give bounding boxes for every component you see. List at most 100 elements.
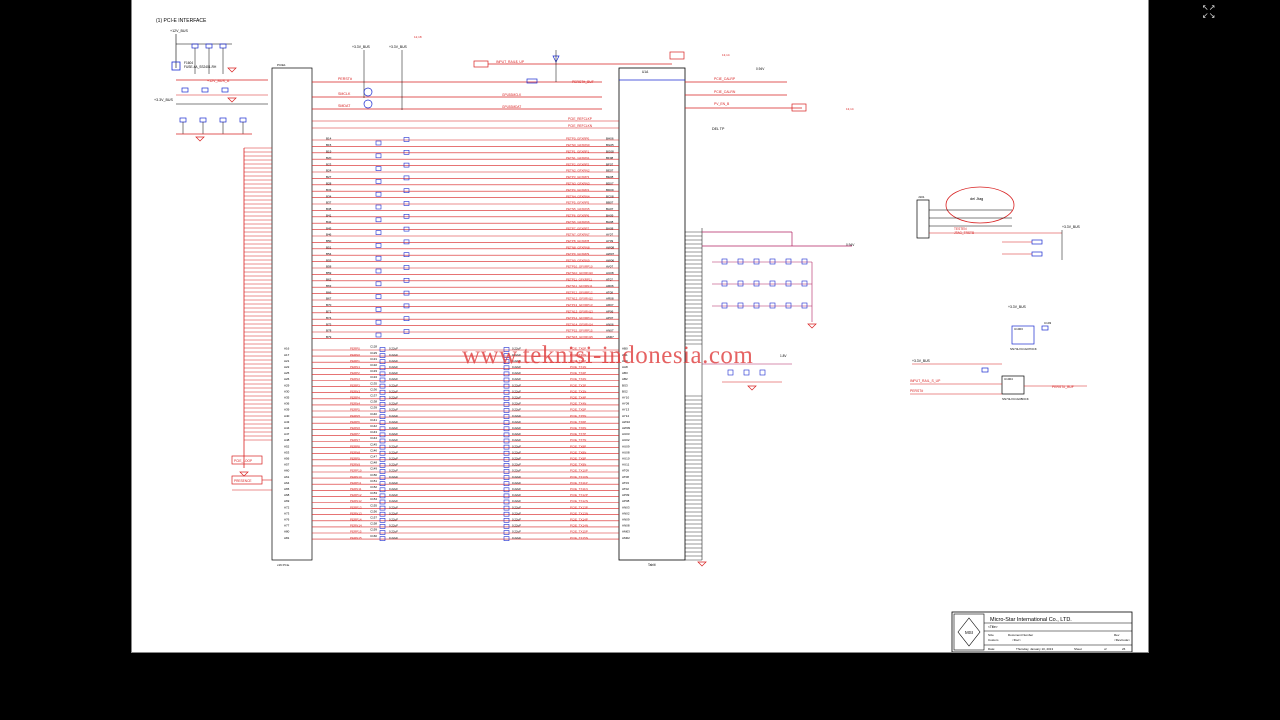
coupling-cap bbox=[379, 505, 386, 511]
cap-ref: C155 bbox=[370, 503, 377, 507]
cap-value: 0.22uF bbox=[512, 347, 521, 351]
net-pcie-tx: PCIE_TX15N bbox=[570, 536, 588, 540]
cap-value: 0.22uF bbox=[389, 396, 398, 400]
coupling-cap bbox=[379, 536, 386, 541]
cap-ref: C150 bbox=[370, 473, 377, 477]
test-point bbox=[403, 290, 410, 296]
net-pcie-rx: PETN12_GFXRN12 bbox=[566, 297, 593, 301]
net-0-94v: 0.94V bbox=[756, 67, 765, 71]
net-perst-buf: PERST#_BUF bbox=[572, 80, 594, 84]
connector-pin: A36 bbox=[284, 402, 290, 406]
coupling-cap bbox=[503, 402, 510, 407]
test-point bbox=[375, 140, 382, 146]
coupling-cap bbox=[503, 383, 510, 389]
cap-ref: C135 bbox=[370, 381, 377, 385]
gpu-ball: AV07 bbox=[606, 265, 613, 269]
coupling-cap bbox=[379, 353, 386, 358]
coupling-cap bbox=[379, 395, 386, 401]
net-input-rail-2: INPUT_RAIL_S_UP bbox=[910, 379, 941, 383]
connector-pin: A57 bbox=[284, 463, 290, 467]
cap-ref: C153 bbox=[370, 491, 377, 495]
ground-symbol bbox=[227, 67, 237, 73]
cap-value: 0.22uF bbox=[512, 377, 521, 381]
gpu-ball: AU03 bbox=[622, 432, 630, 436]
cap-value: 0.22uF bbox=[512, 518, 521, 522]
test-point bbox=[403, 188, 410, 193]
buffer-ic-desc: SN74LVC1G07DCK bbox=[1010, 347, 1037, 351]
net-pcie-rx: PETP8_GFXRP8 bbox=[566, 239, 590, 243]
connector-pin: A48 bbox=[284, 438, 290, 442]
test-point bbox=[375, 179, 382, 184]
transistor-symbol bbox=[363, 99, 373, 109]
gpu-ball: AU08 bbox=[606, 271, 614, 275]
net-pcie-rx: PETP13_GFXRP13 bbox=[566, 303, 593, 307]
connector-pin: A53 bbox=[284, 450, 290, 454]
buffer-ic-ref: U1003 bbox=[1014, 327, 1023, 331]
test-point bbox=[375, 255, 382, 261]
cap-value: 0.22uF bbox=[389, 414, 398, 418]
date-value: Thursday, January 10, 2013 bbox=[1016, 647, 1053, 651]
net-refclkn: PCIE_REFCLKN bbox=[568, 124, 593, 128]
coupling-cap bbox=[503, 487, 510, 493]
gpu-ball: AY09 bbox=[622, 402, 629, 406]
connector-pin: A47 bbox=[284, 432, 290, 436]
coupling-cap bbox=[503, 432, 510, 438]
logo-text: MSI bbox=[965, 630, 973, 635]
coupling-cap bbox=[503, 371, 510, 377]
size-label: Size bbox=[988, 633, 994, 637]
coupling-cap bbox=[503, 377, 510, 383]
cap-value: 0.22uF bbox=[512, 487, 521, 491]
cap-value: 0.22uF bbox=[512, 414, 521, 418]
cap-value: 0.22uF bbox=[389, 524, 398, 528]
ground-symbol bbox=[195, 136, 205, 142]
cap-ref: C147 bbox=[370, 455, 377, 459]
net-input-rail: INPUT_RAIL$_UP bbox=[496, 60, 525, 64]
capacitor bbox=[179, 117, 187, 123]
gpu-ball: AU09 bbox=[622, 444, 630, 448]
capacitor bbox=[721, 280, 728, 287]
connector-pin: A64 bbox=[284, 481, 290, 485]
cap-ref: C140 bbox=[370, 412, 377, 416]
connector-pin: A21 bbox=[284, 359, 290, 363]
capacitor bbox=[769, 302, 776, 309]
coupling-cap bbox=[379, 359, 386, 365]
gpu-ball: AW09 bbox=[622, 426, 630, 430]
net-pcie-tx: PCIE_TX13P bbox=[570, 505, 588, 509]
capacitor bbox=[221, 87, 229, 93]
expand-corner-icon[interactable]: ↖↗ ↙↘ bbox=[1202, 4, 1215, 20]
coupling-cap bbox=[503, 365, 510, 371]
cap-ref: C156 bbox=[370, 509, 377, 513]
coupling-cap bbox=[379, 511, 386, 517]
gpu-ball: AY07 bbox=[606, 233, 613, 237]
coupling-cap bbox=[379, 377, 386, 383]
cap-value: 0.22uF bbox=[512, 371, 521, 375]
capacitor bbox=[801, 280, 808, 287]
net-pcie-tx: PCIE_TX0N bbox=[570, 353, 586, 357]
coupling-cap bbox=[379, 530, 386, 535]
coupling-cap bbox=[503, 456, 510, 462]
gpu-ball: BG05 bbox=[606, 143, 614, 147]
coupling-cap bbox=[379, 420, 386, 426]
coupling-cap bbox=[503, 505, 510, 511]
ground-symbol bbox=[697, 561, 707, 567]
cap-value: 0.22uF bbox=[389, 505, 398, 509]
net-pcie-rx: PETP2_GFXRP2 bbox=[566, 162, 590, 166]
gpu-ball: AT07 bbox=[606, 278, 613, 282]
gpu-ball: AM03 bbox=[622, 530, 630, 534]
cap-value: 0.22uF bbox=[512, 426, 521, 430]
coupling-cap bbox=[503, 359, 510, 365]
cap-value: 0.22uF bbox=[512, 444, 521, 448]
connector-pin: A69 bbox=[284, 499, 290, 503]
capacitor bbox=[191, 43, 199, 49]
connector-pin: A56 bbox=[284, 457, 290, 461]
capacitor bbox=[785, 302, 792, 309]
net-3v3-bus-3: +3.3V_BUS bbox=[389, 45, 408, 49]
net-pcie-tx: PCIE_TX10P bbox=[570, 469, 588, 473]
cap-value: 0.22uF bbox=[389, 371, 398, 375]
cap-value: 0.22uF bbox=[389, 530, 398, 534]
cap-ref: C142 bbox=[370, 424, 377, 428]
sheet-ref-3: 12,18 bbox=[414, 35, 422, 39]
cap-value: 0.22uF bbox=[389, 408, 398, 412]
capacitor bbox=[753, 280, 760, 287]
cap-value: 0.22uF bbox=[389, 347, 398, 351]
